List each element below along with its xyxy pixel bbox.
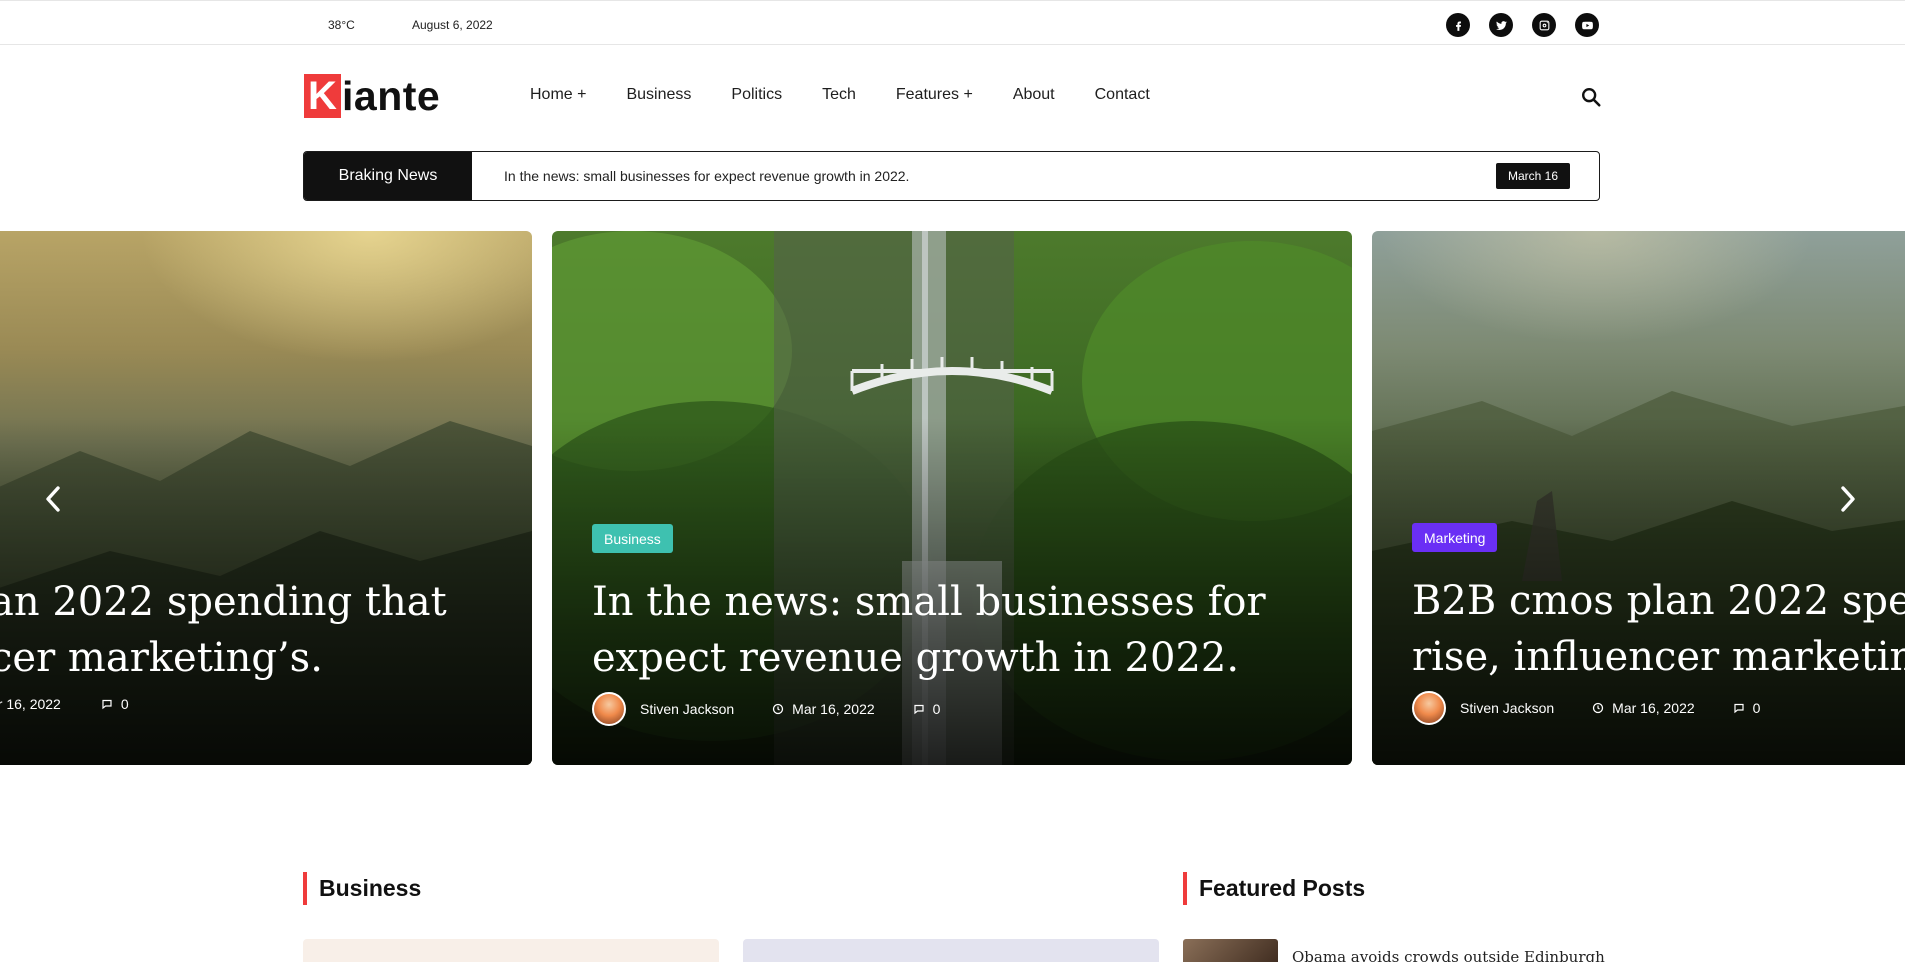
slide-title[interactable]: B2B cmos plan 2022 spend rise, influence… xyxy=(1412,573,1905,685)
section-title-featured: Featured Posts xyxy=(1183,872,1365,905)
slide-previous[interactable]: an 2022 spending that cer marketing’s. a… xyxy=(0,231,532,765)
nav-item-about[interactable]: About xyxy=(1013,86,1055,104)
logo-text: iante xyxy=(342,72,441,119)
comment-count: 0 xyxy=(101,696,129,712)
nav-item-home[interactable]: Home + xyxy=(530,86,586,104)
comment-icon xyxy=(1734,703,1744,714)
slide-active[interactable]: Business In the news: small businesses f… xyxy=(552,231,1352,765)
comment-icon xyxy=(914,704,924,715)
slide-title[interactable]: an 2022 spending that cer marketing’s. xyxy=(0,574,447,686)
comment-count: 0 xyxy=(913,701,940,717)
breaking-news-bar: Braking News In the news: small business… xyxy=(303,151,1600,201)
temperature: 38°C xyxy=(328,18,355,32)
nav-item-contact[interactable]: Contact xyxy=(1095,86,1150,104)
author-name[interactable]: Stiven Jackson xyxy=(1460,700,1554,716)
nav-item-politics[interactable]: Politics xyxy=(731,86,782,104)
author-avatar[interactable] xyxy=(1412,691,1446,725)
breaking-news-label: Braking News xyxy=(304,152,472,200)
search-icon[interactable] xyxy=(1580,86,1602,108)
post-date: Mar 16, 2022 xyxy=(1592,700,1695,716)
author-avatar[interactable] xyxy=(592,692,626,726)
top-bar: 38°C August 6, 2022 xyxy=(0,0,1905,45)
slide-meta: Stiven Jackson Mar 16, 2022 0 xyxy=(1412,691,1760,725)
comment-icon xyxy=(102,699,112,710)
author-name[interactable]: Stiven Jackson xyxy=(640,701,734,717)
youtube-icon[interactable] xyxy=(1575,13,1599,37)
featured-post-thumbnail[interactable] xyxy=(1183,939,1278,962)
logo-initial: K xyxy=(304,74,341,118)
comment-count: 0 xyxy=(1733,700,1760,716)
facebook-icon[interactable] xyxy=(1446,13,1470,37)
slide-next[interactable]: Marketing B2B cmos plan 2022 spend rise,… xyxy=(1372,231,1905,765)
nav-item-features[interactable]: Features + xyxy=(896,86,973,104)
category-badge[interactable]: Business xyxy=(592,524,673,553)
site-logo[interactable]: K iante xyxy=(304,74,440,118)
instagram-icon[interactable] xyxy=(1532,13,1556,37)
main-nav: Home + Business Politics Tech Features +… xyxy=(530,86,1190,104)
social-links xyxy=(1446,13,1599,37)
breaking-news-headline[interactable]: In the news: small businesses for expect… xyxy=(504,168,909,184)
nav-item-business[interactable]: Business xyxy=(626,86,691,104)
twitter-icon[interactable] xyxy=(1489,13,1513,37)
current-date: August 6, 2022 xyxy=(412,18,493,32)
slide-meta: ar 16, 2022 0 xyxy=(0,696,129,712)
business-card[interactable] xyxy=(743,939,1159,962)
post-date: Mar 16, 2022 xyxy=(772,701,875,717)
post-date: ar 16, 2022 xyxy=(0,696,61,712)
slide-meta: Stiven Jackson Mar 16, 2022 0 xyxy=(592,692,940,726)
business-card[interactable] xyxy=(303,939,719,962)
chevron-left-icon[interactable] xyxy=(40,483,66,515)
nav-item-tech[interactable]: Tech xyxy=(822,86,856,104)
chevron-right-icon[interactable] xyxy=(1835,483,1861,515)
category-badge[interactable]: Marketing xyxy=(1412,523,1498,552)
slide-title[interactable]: In the news: small businesses for expect… xyxy=(592,574,1266,686)
clock-icon xyxy=(1593,702,1604,714)
clock-icon xyxy=(773,703,784,715)
section-title-business: Business xyxy=(303,872,421,905)
breaking-news-date: March 16 xyxy=(1496,163,1571,189)
featured-post-title[interactable]: Obama avoids crowds outside Edinburgh xyxy=(1292,948,1605,962)
